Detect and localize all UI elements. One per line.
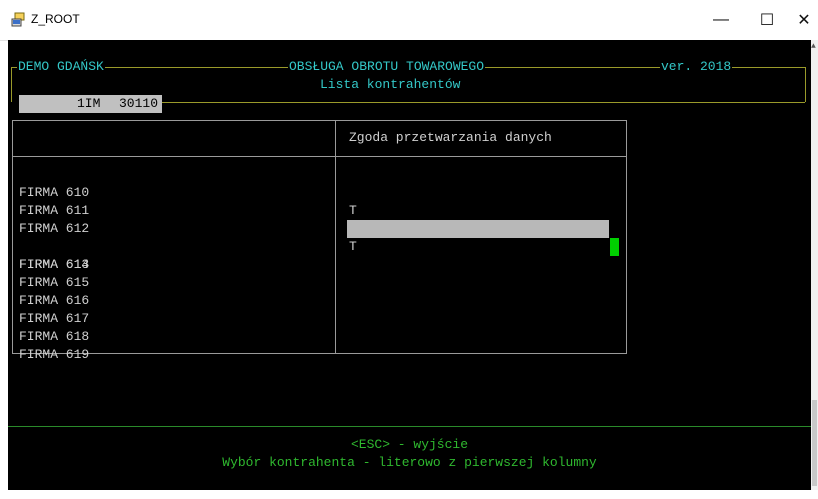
version-label: ver. 2018	[660, 58, 733, 76]
close-button[interactable]: ✕	[790, 0, 818, 40]
header-frame-left	[11, 67, 12, 102]
scroll-up-arrow-icon[interactable]: ▲	[811, 42, 818, 52]
list-row[interactable]: FIRMA 617	[8, 292, 628, 326]
text-cursor	[610, 238, 619, 256]
list-header-divider	[12, 156, 627, 157]
app-window-icon	[11, 12, 25, 27]
terminal-screen[interactable]: DEMO GDAŃSK OBSŁUGA OBROTU TOWAROWEGO ve…	[8, 40, 811, 490]
footer-divider	[8, 426, 811, 427]
selection-field[interactable]: 1IM 30110	[19, 95, 162, 113]
list-row[interactable]: FIRMA 611 T	[8, 184, 628, 236]
list-row[interactable]: FIRMA 615	[8, 256, 628, 290]
row-company-name: FIRMA 619	[19, 347, 90, 362]
selection-highlight	[347, 220, 609, 238]
list-row[interactable]: FIRMA 614	[8, 238, 628, 272]
scrollbar-thumb[interactable]	[812, 400, 817, 486]
list-row[interactable]: FIRMA 619	[8, 328, 628, 362]
footer-escape-hint: <ESC> - wyjście	[350, 437, 469, 452]
list-row[interactable]: FIRMA 616	[8, 274, 628, 308]
list-row[interactable]: FIRMA 610 T	[8, 166, 628, 218]
maximize-button[interactable]: ☐	[744, 0, 790, 40]
minimize-button[interactable]: —	[698, 0, 744, 40]
company-name: DEMO GDAŃSK	[17, 58, 105, 76]
window-titlebar: Z_ROOT — ☐ ✕	[0, 0, 818, 41]
field-number: 30110	[119, 96, 159, 111]
module-title: OBSŁUGA OBROTU TOWAROWEGO	[288, 58, 486, 76]
list-row-selected[interactable]: FIRMA 613 N	[8, 220, 628, 290]
screen-title: Lista kontrahentów	[319, 76, 462, 94]
header-frame-right	[805, 67, 806, 102]
list-row[interactable]: FIRMA 618	[8, 310, 628, 344]
header-frame-bottom	[161, 102, 805, 103]
list-row[interactable]: FIRMA 612 T	[8, 202, 628, 254]
window-title: Z_ROOT	[31, 12, 80, 26]
footer-selection-hint: Wybór kontrahenta - literowo z pierwszej…	[222, 455, 597, 470]
field-code: 1IM	[77, 96, 101, 111]
consent-column-header: Zgoda przetwarzania danych	[349, 130, 552, 145]
